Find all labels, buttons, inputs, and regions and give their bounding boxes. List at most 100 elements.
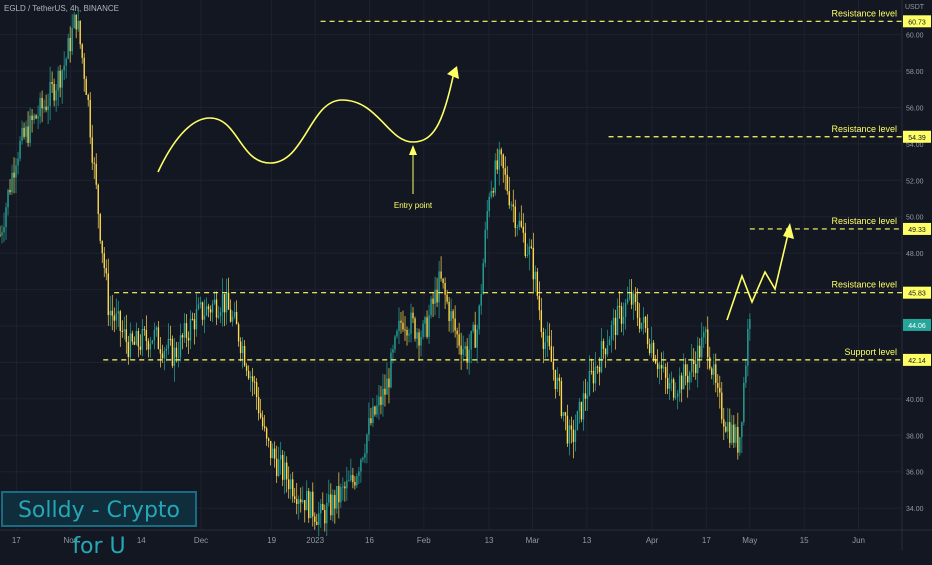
candle-body	[644, 316, 647, 329]
x-tick-label: 2023	[306, 536, 324, 545]
x-tick-label: Apr	[646, 536, 659, 545]
candle-body	[426, 317, 428, 337]
candle-body	[129, 333, 132, 358]
candle-body	[342, 486, 344, 488]
candle-body	[713, 364, 715, 375]
x-tick-label: Feb	[417, 536, 431, 545]
candle-body	[642, 316, 645, 323]
candle-body	[253, 381, 256, 383]
candle-body	[695, 364, 697, 374]
candle-body	[684, 364, 687, 376]
candle-body	[161, 353, 164, 359]
candle-body	[498, 149, 500, 170]
level-label: Resistance level	[831, 216, 897, 226]
candle-body	[241, 345, 244, 354]
candle-body	[614, 317, 617, 335]
y-tick-label: 48.00	[906, 251, 924, 258]
candle-body	[203, 315, 206, 320]
candle-body	[290, 479, 292, 490]
candle-body	[366, 434, 368, 454]
candle-body	[281, 455, 284, 480]
x-tick-label: 13	[485, 536, 494, 545]
candle-body	[701, 337, 703, 358]
candle-body	[502, 154, 504, 169]
candle-body	[73, 14, 75, 29]
candle-body	[739, 437, 741, 453]
candle-body	[488, 196, 490, 212]
candle-body	[564, 412, 567, 416]
candle-body	[705, 329, 707, 333]
candle-body	[137, 331, 140, 347]
candle-body	[662, 367, 665, 369]
candle-body	[554, 369, 557, 390]
candle-body	[209, 309, 212, 313]
candle-body	[741, 422, 743, 438]
price-chart[interactable]: 34.0036.0038.0040.0042.0044.0046.0048.00…	[0, 0, 932, 550]
candle-body	[616, 306, 619, 335]
candle-body	[175, 347, 178, 358]
candle-body	[109, 310, 111, 316]
candle-body	[362, 457, 364, 460]
candle-body	[580, 401, 583, 420]
candle-body	[472, 324, 474, 332]
candle-body	[29, 115, 31, 143]
candle-body	[332, 494, 334, 516]
candle-body	[444, 282, 446, 295]
candle-body	[620, 306, 623, 324]
candle-body	[464, 346, 466, 350]
candle-body	[207, 306, 210, 310]
candle-body	[494, 160, 496, 193]
candle-body	[394, 336, 396, 350]
candle-body	[151, 340, 154, 344]
candle-body	[656, 363, 659, 369]
candle-body	[733, 424, 735, 443]
candle-body	[474, 324, 476, 348]
candle-body	[542, 331, 545, 349]
candle-body	[69, 37, 71, 52]
candle-body	[286, 462, 288, 480]
candle-body	[123, 329, 126, 332]
candle-body	[51, 81, 53, 84]
candle-body	[47, 106, 49, 111]
candle-body	[578, 401, 581, 412]
candle-body	[490, 191, 492, 197]
candle-body	[664, 367, 667, 378]
candle-body	[422, 323, 424, 337]
candle-body	[574, 430, 577, 442]
candle-body	[634, 293, 637, 303]
y-tick-label: 58.00	[906, 69, 924, 76]
candle-body	[1, 232, 3, 236]
candle-body	[187, 337, 190, 341]
level-label: Resistance level	[831, 124, 897, 134]
candle-body	[480, 294, 482, 306]
candle-body	[552, 361, 555, 370]
candle-body	[618, 306, 621, 308]
candle-body	[346, 480, 348, 489]
candle-body	[731, 424, 733, 443]
candle-body	[83, 57, 85, 79]
candle-body	[288, 479, 290, 490]
candle-body	[245, 365, 248, 371]
candle-body	[269, 440, 272, 459]
candle-body	[139, 346, 142, 350]
candle-body	[135, 331, 138, 345]
candle-body	[61, 70, 63, 88]
candle-body	[492, 191, 494, 193]
candle-body	[630, 291, 633, 305]
level-price-tag-text: 54.39	[908, 135, 926, 142]
candle-body	[418, 332, 420, 346]
candle-body	[442, 278, 444, 283]
candle-body	[314, 516, 316, 522]
candle-body	[165, 348, 168, 351]
candle-body	[91, 137, 93, 163]
candle-body	[127, 341, 130, 358]
candle-body	[512, 204, 514, 207]
candle-body	[49, 81, 51, 107]
y-tick-label: 38.00	[906, 433, 924, 440]
candle-body	[322, 503, 324, 510]
candle-body	[638, 317, 641, 329]
candle-body	[125, 329, 128, 342]
candle-body	[715, 364, 717, 383]
candle-body	[590, 370, 593, 372]
candle-body	[35, 115, 37, 119]
